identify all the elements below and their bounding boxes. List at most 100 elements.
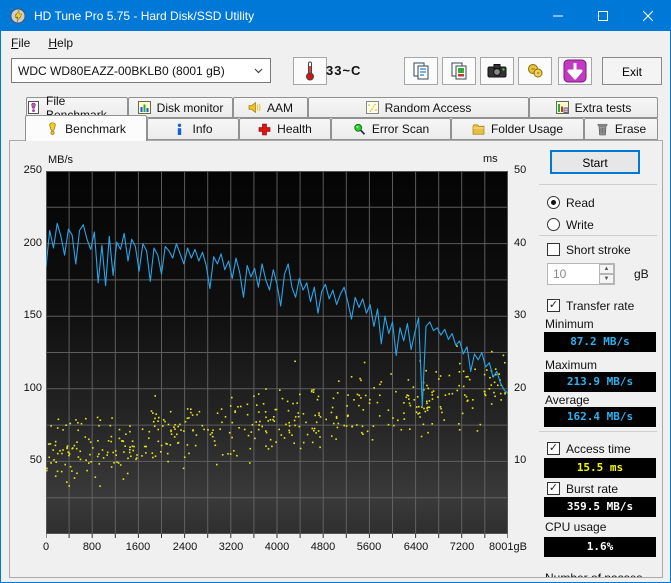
short-stroke-label: Short stroke (566, 243, 631, 257)
thermometer-icon (304, 61, 316, 81)
benchmark-chart (46, 171, 508, 539)
y-left-unit: MB/s (48, 154, 73, 166)
y-right-unit: ms (483, 153, 498, 165)
x-tick-label: 8001gB (478, 541, 538, 553)
tab-label: Random Access (385, 101, 472, 115)
drive-select-value: WDC WD80EAZZ-00BKLB0 (8001 gB) (18, 64, 225, 78)
short-stroke-stepper[interactable]: ▲ ▼ (599, 264, 614, 284)
error-scan-icon (353, 123, 366, 136)
stepper-down-icon[interactable]: ▼ (599, 274, 614, 284)
tab-label: Erase (615, 122, 646, 136)
access-time-checkbox[interactable]: ✓ (547, 442, 560, 455)
tab-aam[interactable]: AAM (233, 97, 308, 118)
copy-image-icon (449, 61, 469, 81)
camera-icon (486, 61, 508, 81)
tab-error-scan[interactable]: Error Scan (331, 118, 451, 140)
maximize-button[interactable] (580, 1, 625, 31)
temperature-value: 33~C (326, 63, 361, 78)
tab-extra-tests[interactable]: Extra tests (529, 97, 658, 118)
temperature-button[interactable] (293, 57, 327, 85)
y-left-tick-label: 250 (10, 164, 42, 176)
cpu-usage-value: 1.6% (544, 537, 656, 557)
y-left-tick-label: 100 (10, 382, 42, 394)
tab-benchmark[interactable]: Benchmark (25, 115, 147, 141)
short-stroke-unit: gB (634, 267, 649, 281)
separator (539, 431, 657, 432)
file-benchmark-icon (27, 101, 40, 114)
tab-erase[interactable]: Erase (584, 118, 658, 140)
register-button[interactable] (518, 57, 552, 85)
drive-select[interactable]: WDC WD80EAZZ-00BKLB0 (8001 gB) (11, 58, 271, 83)
tab-label: Info (192, 122, 212, 136)
info-icon (173, 123, 186, 136)
benchmark-icon (46, 122, 59, 135)
copy-image-button[interactable] (442, 57, 476, 85)
read-label: Read (566, 196, 595, 210)
folder-usage-icon (472, 123, 485, 136)
maximum-value: 213.9 MB/s (544, 372, 656, 392)
tab-label: AAM (267, 101, 293, 115)
screenshot-button[interactable] (480, 57, 514, 85)
cpu-usage-label: CPU usage (545, 520, 606, 534)
exit-button[interactable]: Exit (602, 57, 662, 85)
menu-file[interactable]: File (9, 34, 32, 52)
coins-icon (524, 61, 546, 81)
app-window: HD Tune Pro 5.75 - Hard Disk/SSD Utility… (0, 0, 671, 583)
close-button[interactable] (625, 1, 670, 31)
minimize-button[interactable] (535, 1, 580, 31)
tab-info[interactable]: Info (147, 118, 239, 140)
tab-label: Health (277, 122, 312, 136)
aam-icon (248, 101, 261, 114)
y-right-tick-label: 20 (514, 382, 544, 394)
burst-rate-value: 359.5 MB/s (544, 497, 656, 517)
write-radio[interactable] (547, 218, 560, 231)
separator (539, 184, 657, 185)
copy-text-button[interactable] (404, 57, 438, 85)
tab-random-access[interactable]: Random Access (308, 97, 529, 118)
stepper-up-icon[interactable]: ▲ (599, 264, 614, 274)
tab-label: Benchmark (65, 122, 126, 136)
write-label: Write (566, 218, 594, 232)
title-bar[interactable]: HD Tune Pro 5.75 - Hard Disk/SSD Utility (1, 1, 670, 31)
copy-text-icon (411, 61, 431, 81)
maximum-label: Maximum (545, 358, 597, 372)
access-time-value: 15.5 ms (544, 458, 656, 478)
menu-help[interactable]: Help (46, 34, 75, 52)
extra-tests-icon (556, 101, 569, 114)
average-label: Average (545, 393, 589, 407)
access-time-label: Access time (566, 442, 631, 456)
erase-icon (596, 123, 609, 136)
tab-label: Disk monitor (157, 101, 224, 115)
update-button[interactable] (558, 57, 592, 85)
y-left-tick-label: 200 (10, 237, 42, 249)
transfer-rate-checkbox[interactable]: ✓ (547, 299, 560, 312)
random-access-icon (366, 101, 379, 114)
chart-canvas (46, 171, 508, 539)
y-right-tick-label: 50 (514, 164, 544, 176)
minimum-label: Minimum (545, 317, 594, 331)
minimum-value: 87.2 MB/s (544, 332, 656, 352)
tab-folder-usage[interactable]: Folder Usage (451, 118, 584, 140)
hdtune-logo-icon (10, 8, 26, 24)
menu-bar: File Help (1, 31, 670, 54)
short-stroke-checkbox[interactable] (547, 243, 560, 256)
y-left-tick-label: 150 (10, 309, 42, 321)
average-value: 162.4 MB/s (544, 407, 656, 427)
y-right-tick-label: 10 (514, 454, 544, 466)
start-button[interactable]: Start (550, 150, 640, 174)
benchmark-page: MB/s ms 25020015010050 5040302010 080016… (9, 140, 663, 578)
chevron-down-icon (254, 68, 263, 74)
transfer-rate-label: Transfer rate (566, 299, 634, 313)
read-radio[interactable] (547, 196, 560, 209)
tab-label: Folder Usage (491, 122, 563, 136)
tab-label: Error Scan (372, 122, 429, 136)
disk-monitor-icon (138, 101, 151, 114)
tab-health[interactable]: Health (239, 118, 331, 140)
y-left-tick-label: 50 (10, 454, 42, 466)
number-of-passes-label: Number of passes (545, 571, 642, 578)
separator (539, 235, 657, 236)
tab-label: Extra tests (575, 101, 632, 115)
health-icon (258, 123, 271, 136)
burst-rate-checkbox[interactable]: ✓ (547, 482, 560, 495)
burst-rate-label: Burst rate (566, 482, 618, 496)
